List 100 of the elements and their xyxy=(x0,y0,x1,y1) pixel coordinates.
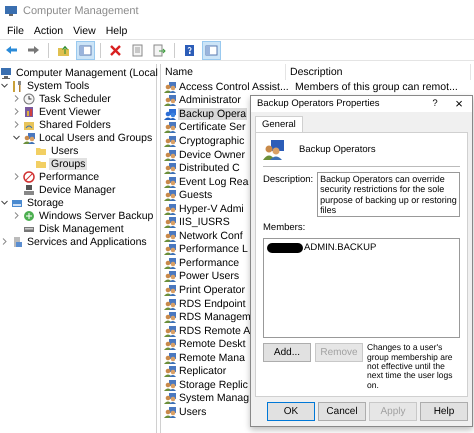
tree-item[interactable]: Windows Server Backup xyxy=(37,210,156,222)
list-item[interactable]: Administrator xyxy=(178,94,242,106)
expanded-chevron-icon[interactable] xyxy=(13,134,20,141)
column-header[interactable]: Description xyxy=(286,64,471,80)
list-item[interactable]: Performance L xyxy=(178,243,249,256)
collapsed-chevron-icon[interactable] xyxy=(13,212,20,219)
member-button[interactable]: Add... xyxy=(263,343,311,362)
group-icon xyxy=(164,162,176,174)
group-icon xyxy=(164,121,176,134)
group-icon xyxy=(164,256,176,269)
dialog-button[interactable]: Help xyxy=(420,402,468,421)
pane-icon xyxy=(79,44,92,56)
backup-icon xyxy=(23,210,35,222)
group-icon xyxy=(164,324,176,337)
group-icon xyxy=(164,148,176,160)
group-icon xyxy=(164,365,176,378)
close-button[interactable]: × xyxy=(446,96,472,112)
app-icon xyxy=(4,5,18,17)
services-icon xyxy=(11,236,23,248)
group-icon xyxy=(164,378,176,391)
help-button[interactable]: ? xyxy=(424,98,446,110)
list-item[interactable]: Performance xyxy=(178,256,240,269)
forward-arrow-icon xyxy=(27,44,40,56)
list-item[interactable]: Guests xyxy=(178,189,214,202)
dialog-title: Backup Operators Properties xyxy=(257,98,381,110)
group-icon xyxy=(164,284,176,296)
list-item[interactable]: Event Log Rea xyxy=(178,176,250,188)
log-icon xyxy=(23,106,35,118)
tree-item[interactable]: Groups xyxy=(49,158,88,170)
tree-item[interactable]: Performance xyxy=(37,170,102,182)
list-item[interactable]: Users xyxy=(178,406,208,418)
collapsed-chevron-icon[interactable] xyxy=(1,238,8,245)
list-item[interactable]: IIS_IUSRS xyxy=(178,216,231,228)
tree-item[interactable]: Device Manager xyxy=(37,184,118,196)
list-item[interactable]: RDS Endpoint xyxy=(178,298,247,310)
list-item[interactable]: Hyper-V Admi xyxy=(178,202,245,215)
column-header[interactable]: Name xyxy=(161,64,286,80)
list-item[interactable]: Distributed C xyxy=(178,162,241,174)
tree-item[interactable]: Local Users and Groups xyxy=(37,132,154,144)
list-item[interactable]: Power Users xyxy=(178,270,240,282)
tree-item[interactable]: Computer Management (Local xyxy=(14,66,160,78)
menu-item[interactable]: View xyxy=(68,24,101,36)
tree-item[interactable]: Shared Folders xyxy=(37,118,113,130)
group-icon xyxy=(164,392,176,404)
description-field[interactable]: Backup Operators can override security restrictions for the sole purpose of backing up or restoring files xyxy=(317,172,460,218)
list-item[interactable]: System Manag xyxy=(178,392,250,404)
tree-item[interactable]: Services and Applications xyxy=(25,236,149,248)
group-icon xyxy=(164,202,176,215)
list-item[interactable]: Storage Replic xyxy=(178,378,249,391)
list-item[interactable]: Network Conf xyxy=(178,230,244,242)
list-item[interactable]: Backup Opera xyxy=(178,108,248,120)
list-item[interactable]: Device Owner xyxy=(178,148,246,160)
list-item[interactable]: RDS Managem xyxy=(178,311,252,324)
list-item[interactable]: RDS Remote A xyxy=(178,324,252,337)
list-item[interactable]: Remote Deskt xyxy=(178,338,247,350)
list-item[interactable]: Cryptographic xyxy=(178,134,246,147)
collapsed-chevron-icon[interactable] xyxy=(13,95,20,102)
tools-icon xyxy=(11,80,23,92)
description-label: Description: xyxy=(263,172,314,187)
list-item[interactable]: Remote Mana xyxy=(178,352,246,364)
tree-item[interactable]: Users xyxy=(49,144,80,156)
tree-item[interactable]: Task Scheduler xyxy=(37,92,113,104)
group-icon xyxy=(164,311,176,324)
group-icon xyxy=(164,352,176,364)
tree-item[interactable]: Storage xyxy=(25,196,66,208)
group-icon xyxy=(164,243,176,256)
menu-item[interactable]: Action xyxy=(28,24,68,36)
description-cell: Members of this group can remot... xyxy=(295,80,458,93)
menu-item[interactable]: Help xyxy=(100,24,132,36)
collapsed-chevron-icon[interactable] xyxy=(13,173,20,180)
group-icon xyxy=(263,138,285,161)
dialog-button[interactable]: Cancel xyxy=(318,402,366,421)
list-item[interactable]: Replicator xyxy=(178,365,228,378)
expanded-chevron-icon[interactable] xyxy=(1,82,8,89)
group-icon xyxy=(164,338,176,350)
list-item[interactable]: Access Control Assist... xyxy=(178,80,290,93)
list-item[interactable]: Print Operator xyxy=(178,284,246,296)
group-icon xyxy=(164,134,176,147)
properties-icon xyxy=(131,44,144,56)
tree-item[interactable]: Disk Management xyxy=(37,222,126,234)
list-item[interactable]: Certificate Ser xyxy=(178,121,247,134)
dialog-button[interactable]: OK xyxy=(267,402,315,421)
tab[interactable]: General xyxy=(255,116,303,132)
tree-item[interactable]: Event Viewer xyxy=(37,106,103,118)
toolbar-button[interactable] xyxy=(76,40,95,60)
group-icon xyxy=(164,108,176,120)
members-list[interactable]: ADMIN.BACKUP xyxy=(263,238,460,338)
group-icon xyxy=(164,270,176,282)
group-icon xyxy=(164,216,176,228)
toolbar-button[interactable] xyxy=(202,40,221,60)
group-name: Backup Operators xyxy=(299,144,376,156)
expanded-chevron-icon[interactable] xyxy=(1,199,8,206)
group-icon xyxy=(164,80,176,93)
clock-icon xyxy=(23,92,35,104)
collapsed-chevron-icon[interactable] xyxy=(13,121,20,128)
collapsed-chevron-icon[interactable] xyxy=(13,108,20,115)
members-label: Members: xyxy=(263,222,306,234)
tree-item[interactable]: System Tools xyxy=(25,80,92,92)
menu-item[interactable]: File xyxy=(2,24,29,36)
member-item[interactable]: ADMIN.BACKUP xyxy=(304,242,376,254)
